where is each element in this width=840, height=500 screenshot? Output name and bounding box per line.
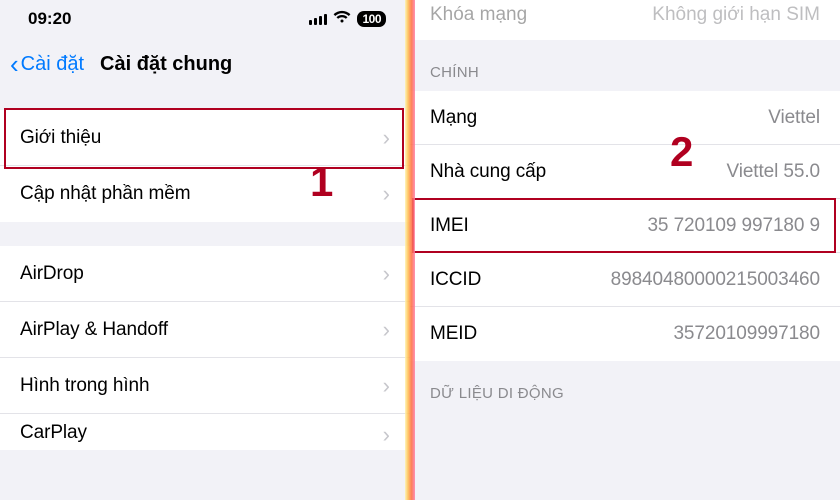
back-label: Cài đặt xyxy=(21,53,84,76)
about-details-pane: Khóa mạng Không giới hạn SIM CHÍNH Mạng … xyxy=(410,0,840,500)
row-pip[interactable]: Hình trong hình › xyxy=(0,358,410,414)
chevron-right-icon: › xyxy=(383,125,390,151)
row-airplay-handoff[interactable]: AirPlay & Handoff › xyxy=(0,302,410,358)
row-airdrop[interactable]: AirDrop › xyxy=(0,246,410,302)
row-imei[interactable]: IMEI 35 720109 997180 9 xyxy=(410,199,840,253)
row-network[interactable]: Mạng Viettel xyxy=(410,91,840,145)
row-value: Viettel 55.0 xyxy=(726,161,820,183)
row-label: AirPlay & Handoff xyxy=(20,319,168,341)
nav-header: ‹ Cài đặt Cài đặt chung xyxy=(0,38,410,90)
settings-group-2: AirDrop › AirPlay & Handoff › Hình trong… xyxy=(0,246,410,450)
row-label: Khóa mạng xyxy=(430,4,527,26)
row-network-lock-peek: Khóa mạng Không giới hạn SIM xyxy=(410,0,840,40)
status-bar: 09:20 100 xyxy=(0,0,410,38)
cellular-signal-icon xyxy=(309,14,327,25)
chevron-right-icon: › xyxy=(383,181,390,207)
battery-indicator: 100 xyxy=(357,11,386,27)
page-title: Cài đặt chung xyxy=(100,53,232,76)
pane-divider-gradient xyxy=(405,0,415,500)
row-label: Nhà cung cấp xyxy=(430,161,546,183)
settings-group-1: Giới thiệu › Cập nhật phần mềm › xyxy=(0,110,410,222)
row-software-update[interactable]: Cập nhật phần mềm › xyxy=(0,166,410,222)
row-meid[interactable]: MEID 35720109997180 xyxy=(410,307,840,361)
row-value: Viettel xyxy=(768,107,820,129)
row-label: Cập nhật phần mềm xyxy=(20,183,190,205)
about-primary-group: Mạng Viettel Nhà cung cấp Viettel 55.0 I… xyxy=(410,91,840,361)
row-carrier[interactable]: Nhà cung cấp Viettel 55.0 xyxy=(410,145,840,199)
chevron-right-icon: › xyxy=(383,261,390,287)
row-label: AirDrop xyxy=(20,263,84,285)
chevron-left-icon: ‹ xyxy=(10,51,19,77)
row-value: 35720109997180 xyxy=(673,323,820,345)
section-header-mobile-data: DỮ LIỆU DI ĐỘNG xyxy=(410,361,840,402)
row-about[interactable]: Giới thiệu › xyxy=(0,110,410,166)
status-time: 09:20 xyxy=(28,9,71,29)
row-label: Giới thiệu xyxy=(20,127,101,149)
status-icons: 100 xyxy=(309,10,386,28)
callout-number-2: 2 xyxy=(670,128,693,176)
row-iccid[interactable]: ICCID 89840480000215003460 xyxy=(410,253,840,307)
row-label: IMEI xyxy=(430,215,469,237)
row-value: Không giới hạn SIM xyxy=(652,4,820,26)
settings-general-pane: 09:20 100 ‹ Cài đặt Cài đặt chung Giới t… xyxy=(0,0,410,500)
chevron-right-icon: › xyxy=(383,317,390,343)
row-carplay[interactable]: CarPlay › xyxy=(0,414,410,450)
callout-number-1: 1 xyxy=(310,158,333,206)
chevron-right-icon: › xyxy=(383,373,390,399)
wifi-icon xyxy=(333,10,351,28)
back-button[interactable]: ‹ Cài đặt xyxy=(10,51,84,77)
row-label: CarPlay xyxy=(20,422,87,444)
row-label: MEID xyxy=(430,323,477,345)
row-label: ICCID xyxy=(430,269,481,291)
row-label: Hình trong hình xyxy=(20,375,149,397)
chevron-right-icon: › xyxy=(383,422,390,448)
row-value: 35 720109 997180 9 xyxy=(647,215,820,237)
row-label: Mạng xyxy=(430,107,477,129)
section-header-primary: CHÍNH xyxy=(410,40,840,91)
row-value: 89840480000215003460 xyxy=(611,269,820,291)
